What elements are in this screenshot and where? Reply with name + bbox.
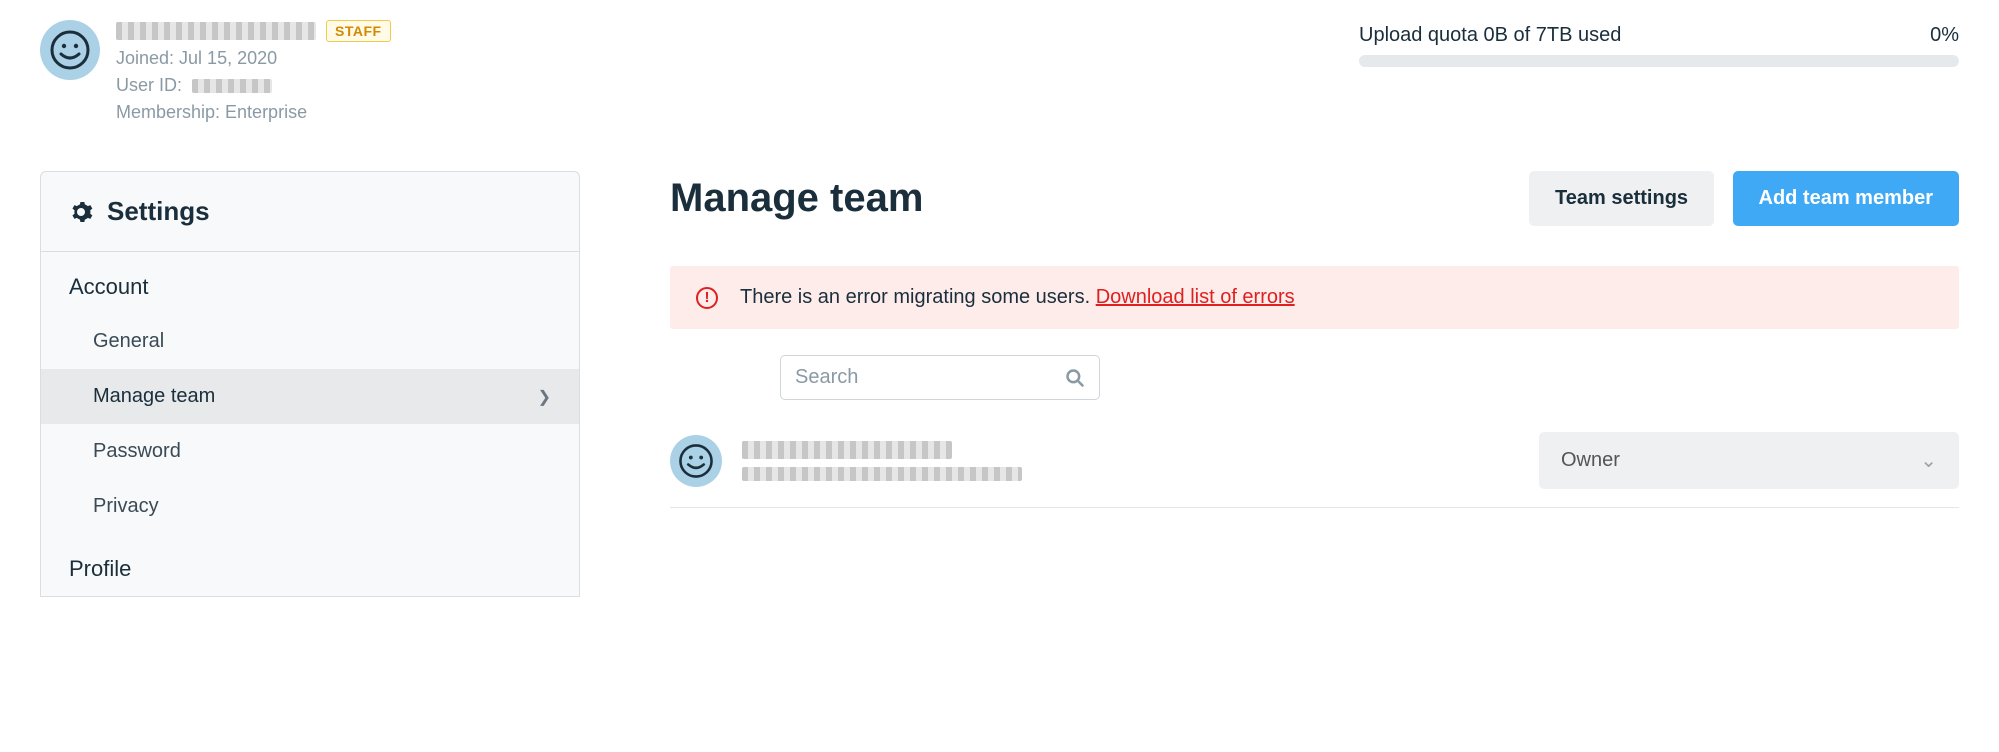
quota-percent: 0%: [1930, 24, 1959, 47]
sidebar-item-label: Privacy: [93, 495, 159, 518]
member-avatar: [670, 435, 722, 487]
chevron-right-icon: ❯: [538, 387, 551, 407]
user-id-redacted: [192, 79, 272, 93]
role-value: Owner: [1561, 449, 1620, 472]
download-errors-link[interactable]: Download list of errors: [1096, 286, 1295, 308]
quota-bar: [1359, 55, 1959, 67]
sidebar-item-privacy[interactable]: Privacy: [41, 479, 579, 534]
smiley-icon: [48, 28, 92, 72]
add-team-member-button[interactable]: Add team member: [1733, 171, 1960, 226]
avatar: [40, 20, 100, 80]
staff-badge: STAFF: [326, 20, 391, 42]
role-select[interactable]: Owner ⌄: [1539, 432, 1959, 489]
quota-text: Upload quota 0B of 7TB used: [1359, 24, 1621, 47]
settings-sidebar: Settings Account General Manage team ❯ P…: [40, 171, 580, 597]
alert-text: There is an error migrating some users.: [740, 286, 1096, 308]
smiley-icon: [677, 442, 715, 480]
error-alert: ! There is an error migrating some users…: [670, 266, 1959, 329]
sidebar-title: Settings: [107, 196, 210, 227]
team-settings-button[interactable]: Team settings: [1529, 171, 1714, 226]
sidebar-item-manage-team[interactable]: Manage team ❯: [41, 369, 579, 424]
gear-icon: [69, 200, 93, 224]
membership-line: Membership: Enterprise: [116, 102, 391, 123]
search-input[interactable]: [795, 366, 1065, 389]
member-row: Owner ⌄: [670, 410, 1959, 508]
upload-quota: Upload quota 0B of 7TB used 0%: [1359, 24, 1959, 67]
search-box[interactable]: [780, 355, 1100, 400]
member-name-redacted: [742, 441, 952, 459]
user-id-label: User ID:: [116, 75, 182, 96]
sidebar-item-label: Password: [93, 440, 181, 463]
alert-icon: !: [696, 287, 718, 309]
sidebar-header: Settings: [41, 172, 579, 252]
joined-line: Joined: Jul 15, 2020: [116, 48, 391, 69]
sidebar-item-password[interactable]: Password: [41, 424, 579, 479]
chevron-down-icon: ⌄: [1920, 448, 1937, 473]
sidebar-item-label: General: [93, 330, 164, 353]
member-email-redacted: [742, 467, 1022, 481]
sidebar-section-profile[interactable]: Profile: [41, 534, 579, 596]
user-block: STAFF Joined: Jul 15, 2020 User ID: Memb…: [40, 20, 391, 123]
search-icon: [1065, 368, 1085, 388]
sidebar-item-general[interactable]: General: [41, 314, 579, 369]
main-content: Manage team Team settings Add team membe…: [670, 171, 1959, 508]
user-name-redacted: [116, 22, 316, 40]
sidebar-item-label: Manage team: [93, 385, 215, 408]
sidebar-section-account[interactable]: Account: [41, 252, 579, 314]
page-title: Manage team: [670, 176, 923, 221]
